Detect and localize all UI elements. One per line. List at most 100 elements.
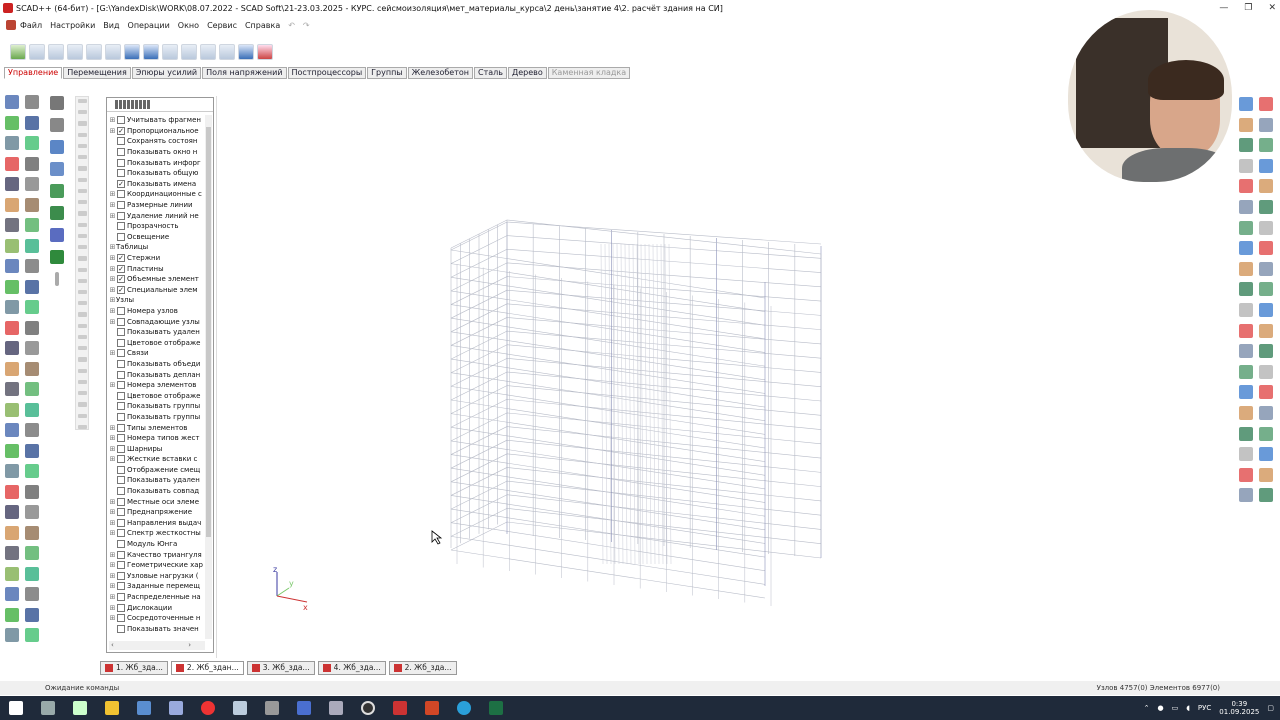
table-icon[interactable] [105,44,121,60]
tree-row[interactable]: ⊞ Номера элементов [109,380,205,391]
mini-tool-icon[interactable] [77,413,87,418]
tree-row[interactable]: ⊞ Узловые нагрузки ( [109,571,205,582]
option-checkbox[interactable] [117,444,125,453]
tree-row[interactable]: Прозрачность [109,221,205,232]
tree-row[interactable]: ⊞ Номера узлов [109,306,205,317]
option-checkbox[interactable] [117,518,125,527]
view-tool-icon[interactable] [1259,426,1273,441]
option-checkbox[interactable] [117,190,125,199]
view-tool-icon[interactable] [1259,117,1273,132]
modeling-tool-icon[interactable] [25,300,39,314]
tree-row[interactable]: ⊞ Шарниры [109,443,205,454]
menu-help[interactable]: Справка [241,21,284,30]
tree-row[interactable]: ⊞ Заданные перемещ [109,581,205,592]
view-tool-icon[interactable] [1239,179,1253,194]
option-checkbox[interactable] [117,222,125,231]
tree-row[interactable]: ⊞ Размерные линии [109,200,205,211]
mini-tool-icon[interactable] [77,211,87,216]
record-icon[interactable] [361,701,375,715]
notifications-icon[interactable]: ▢ [1267,704,1274,712]
model-viewport[interactable]: z y x [216,96,1226,658]
tree-row[interactable]: Сохранять состоян [109,136,205,147]
document-tab-1[interactable]: 1. Жб_зда... [100,661,168,675]
modeling-tool-icon[interactable] [25,115,39,130]
modeling-tool-icon[interactable] [25,546,39,560]
view-tool-icon[interactable] [1259,97,1273,111]
view-tool-icon[interactable] [1239,199,1253,214]
option-checkbox[interactable] [117,158,125,167]
mini-tool-icon[interactable] [77,110,87,115]
option-checkbox[interactable] [117,624,125,633]
modeling-tool-icon[interactable] [25,505,39,519]
tree-scrollbar[interactable] [205,115,212,639]
option-checkbox[interactable]: ✓ [117,126,125,135]
mini-tool-icon[interactable] [77,368,87,373]
telegram-icon[interactable] [457,701,471,715]
option-checkbox[interactable] [117,391,125,400]
option-checkbox[interactable] [117,561,125,570]
option-checkbox[interactable] [117,169,125,178]
color-icon[interactable] [50,228,64,242]
modeling-tool-icon[interactable] [5,546,19,560]
network-icon[interactable]: ▭ [1172,704,1179,712]
rotate-icon[interactable] [50,184,64,198]
tree-row[interactable]: ⊞ Типы элементов [109,422,205,433]
option-checkbox[interactable] [117,116,125,125]
modeling-tool-icon[interactable] [25,95,39,109]
mini-tool-icon[interactable] [77,99,87,104]
tree-row[interactable]: Отображение смещ [109,465,205,476]
view-tool-icon[interactable] [1259,364,1273,379]
modeling-tool-icon[interactable] [5,300,19,314]
expand-icon[interactable]: ⊞ [109,190,116,198]
option-checkbox[interactable] [117,232,125,241]
tree-row[interactable]: ⊞ Местные оси элеме [109,496,205,507]
modeling-tool-icon[interactable] [5,218,19,232]
option-checkbox[interactable]: ✓ [117,285,125,294]
tree-row[interactable]: ⊞ Распределенные на [109,592,205,603]
option-checkbox[interactable] [117,614,125,623]
modeling-tool-icon[interactable] [25,218,39,232]
option-checkbox[interactable]: ✓ [117,264,125,273]
expand-icon[interactable]: ⊞ [109,519,116,527]
option-checkbox[interactable] [117,529,125,538]
view-tool-icon[interactable] [1259,467,1273,482]
modeling-tool-icon[interactable] [25,566,39,581]
tool-icon[interactable] [29,44,45,60]
view-tool-icon[interactable] [1239,138,1253,153]
minimize-button[interactable]: — [1219,0,1228,16]
scad-icon[interactable] [393,701,407,715]
expand-icon[interactable]: ⊞ [109,508,116,516]
tree-row[interactable]: ⊞ Узлы [109,295,205,306]
tools-icon[interactable] [219,44,235,60]
expand-icon[interactable]: ⊞ [109,381,116,389]
modeling-tool-icon[interactable] [5,136,19,150]
print-icon[interactable] [86,44,102,60]
powerpoint-icon[interactable] [425,701,439,715]
modeling-tool-icon[interactable] [25,464,39,478]
grid-icon[interactable] [124,44,140,60]
microphone-icon[interactable]: ● [1157,704,1163,712]
option-checkbox[interactable] [117,370,125,379]
view-tool-icon[interactable] [1259,220,1273,235]
view-tool-icon[interactable] [1259,405,1273,420]
expand-icon[interactable]: ⊞ [109,434,116,442]
modeling-tool-icon[interactable] [5,382,19,396]
modeling-tool-icon[interactable] [5,566,19,581]
modeling-tool-icon[interactable] [25,443,39,458]
tab-timber[interactable]: Дерево [507,67,547,79]
expand-icon[interactable]: ⊞ [109,445,116,453]
yandex-browser-icon[interactable] [201,701,215,715]
new-project-icon[interactable] [10,44,26,60]
expand-icon[interactable]: ⊞ [109,307,116,315]
mini-tool-icon[interactable] [77,256,87,261]
tab-displacements[interactable]: Перемещения [63,67,131,79]
letter-icon[interactable] [50,118,64,132]
option-checkbox[interactable] [117,381,125,390]
option-checkbox[interactable] [117,603,125,612]
view-tool-icon[interactable] [1239,364,1253,379]
view-tool-icon[interactable] [1259,302,1273,317]
tab-postprocessors[interactable]: Постпроцессоры [287,67,367,79]
modeling-tool-icon[interactable] [5,95,19,109]
expand-icon[interactable]: ⊞ [109,614,116,622]
expand-icon[interactable]: ⊞ [109,604,116,612]
